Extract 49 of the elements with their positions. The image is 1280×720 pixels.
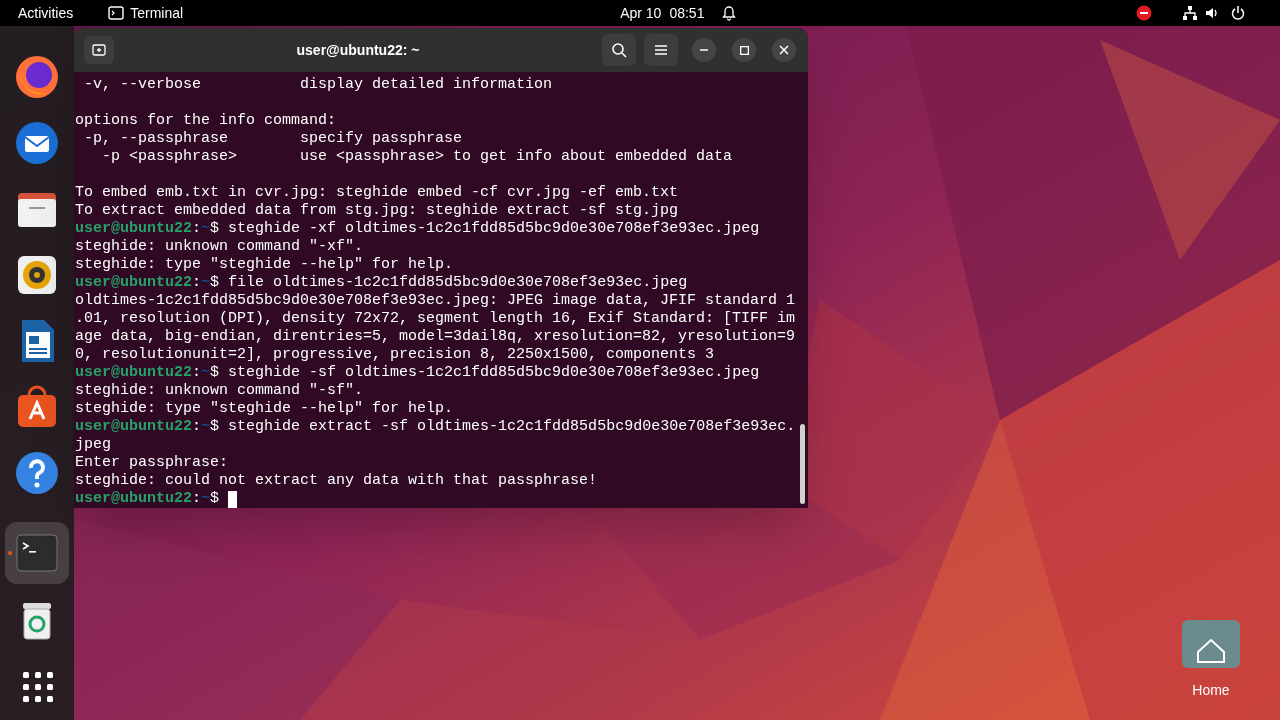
output-line: .01, resolution (DPI), density 72x72, segment length 16, Exif Standard: [TIFF im (75, 310, 796, 328)
output-line: jpeg (75, 436, 111, 454)
bell-icon (721, 5, 738, 21)
output-line: -v, --verbose display detailed information (83, 76, 553, 94)
output-line: steghide: type "steghide --help" for help. (75, 256, 454, 274)
minimize-icon (700, 49, 708, 51)
output-line: steghide: unknown command "-xf". (75, 238, 364, 256)
scrollbar-thumb[interactable] (800, 424, 805, 504)
window-title: user@ubuntu22: ~ (295, 40, 421, 60)
minimize-button[interactable] (692, 38, 716, 62)
output-line: -p, --passphrase specify passphrase (83, 130, 463, 148)
output-line: To extract embedded data from stg.jpg: steghide extract -sf stg.jpg (75, 202, 679, 220)
output-line: To embed emb.txt in cvr.jpg: steghide embed -cf cvr.jpg -ef emb.txt (75, 184, 679, 202)
output-line: steghide: could not extract any data with that passphrase! (75, 472, 598, 490)
running-indicator (8, 551, 12, 555)
search-button[interactable] (602, 34, 636, 66)
prompt-line: user@ubuntu22:~$ file oldtimes-1c2c1fdd85d5bc9d0e30e708ef3e93ec.jpeg (75, 274, 688, 292)
output-line: oldtimes-1c2c1fdd85d5bc9d0e30e708ef3e93ec.jpeg: JPEG image data, JFIF standard 1 (75, 292, 796, 310)
prompt-line: user@ubuntu22:~$ (75, 490, 221, 508)
clock-button[interactable]: Apr 10 08:51 (620, 2, 705, 24)
output-line: age data, big-endian, direntries=5, model=3dail8q, xresolution=82, yresolution=9 (75, 328, 796, 346)
search-icon (611, 42, 627, 58)
maximize-icon (739, 45, 749, 55)
new-tab-icon (92, 43, 106, 57)
app-name: Terminal (130, 3, 184, 23)
prompt-line: user@ubuntu22:~$ steghide -xf oldtimes-1c2c1fdd85d5bc9d0e30e708ef3e93ec.jpeg (75, 220, 760, 238)
network-icon (1182, 5, 1199, 21)
app-menu-button[interactable]: Terminal (108, 2, 184, 24)
output-line: steghide: unknown command "-sf". (75, 382, 364, 400)
icon-label: Home (1192, 681, 1230, 700)
output-line: steghide: type "steghide --help" for help. (75, 400, 454, 418)
close-button[interactable] (772, 38, 796, 62)
output-line: Enter passphrase: (75, 454, 229, 472)
prompt-line: user@ubuntu22:~$ steghide -sf oldtimes-1c2c1fdd85d5bc9d0e30e708ef3e93ec.jpeg (75, 364, 760, 382)
terminal-icon (108, 6, 125, 20)
new-tab-button[interactable] (84, 36, 114, 64)
output-line: 0, resolutionunit=2], progressive, precision 8, 2250x1500, components 3 (75, 346, 715, 364)
output-line: -p <passphrase> use <passphrase> to get info about embedded data (101, 148, 733, 166)
close-icon (779, 45, 789, 55)
no-entry-icon (1136, 5, 1153, 21)
maximize-button[interactable] (732, 38, 756, 62)
output-line: options for the info command: (75, 112, 337, 130)
help-icon (13, 449, 61, 497)
menu-button[interactable] (644, 34, 678, 66)
prompt-line: user@ubuntu22:~$ steghide extract -sf oldtimes-1c2c1fdd85d5bc9d0e30e708ef3e93ec. (75, 418, 796, 436)
power-icon (1230, 5, 1247, 21)
envelope-icon (13, 119, 61, 167)
menu-icon (654, 44, 668, 56)
activities-button[interactable]: Activities (18, 2, 74, 24)
